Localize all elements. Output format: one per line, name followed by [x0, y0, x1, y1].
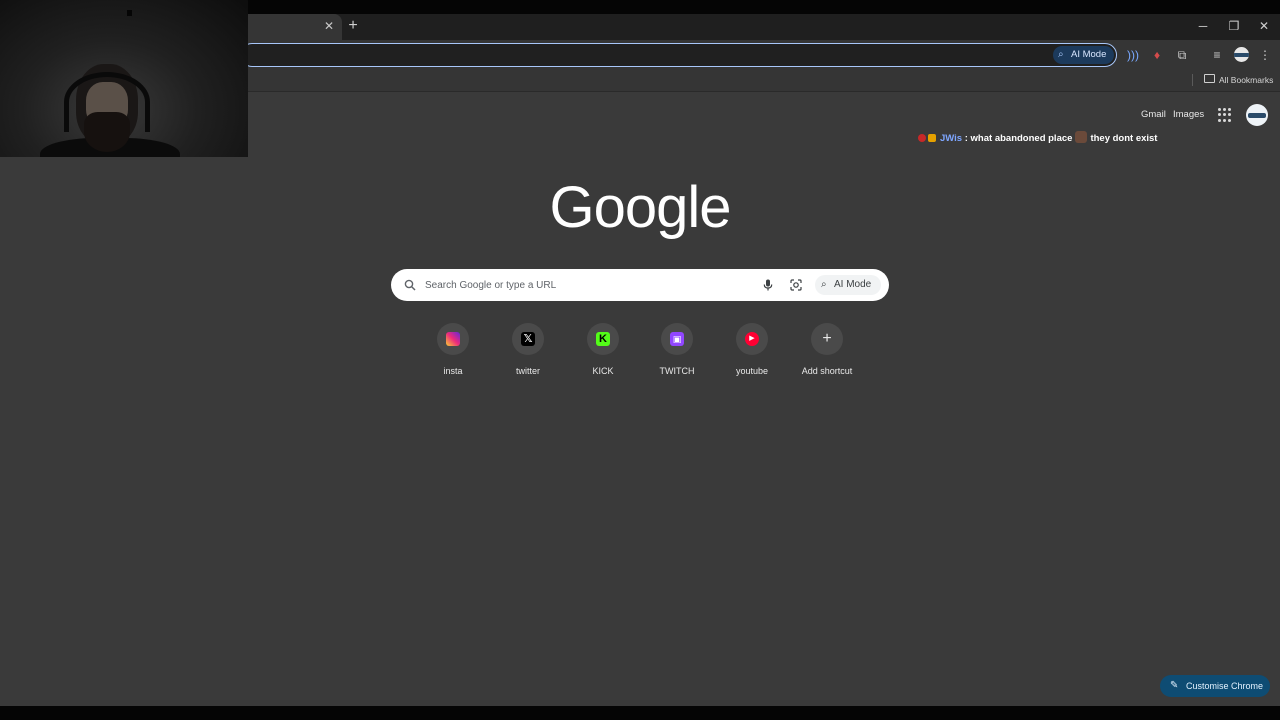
- shortcut-tile: K: [587, 323, 619, 355]
- instagram-icon: [446, 332, 460, 346]
- shortcut-youtube[interactable]: ▶ youtube: [715, 323, 789, 383]
- chat-message: JWis : what abandoned place they dont exi…: [918, 131, 1157, 147]
- shortcut-tile: ▣: [661, 323, 693, 355]
- kick-icon: K: [596, 332, 610, 346]
- google-lens-icon[interactable]: [789, 278, 803, 292]
- shortcut-twitter[interactable]: 𝕏 twitter: [491, 323, 565, 383]
- add-shortcut-button[interactable]: + Add shortcut: [790, 323, 864, 383]
- minimize-icon[interactable]: ─: [1193, 17, 1213, 35]
- plus-icon: +: [822, 330, 832, 347]
- webcam-headset: [64, 72, 150, 132]
- customise-chrome-label: Customise Chrome: [1186, 681, 1264, 691]
- media-controls-icon[interactable]: ≡: [1209, 47, 1225, 63]
- shortcut-kick[interactable]: K KICK: [566, 323, 640, 383]
- close-icon[interactable]: ✕: [322, 19, 336, 33]
- all-bookmarks-link[interactable]: All Bookmarks: [1219, 73, 1273, 87]
- shortcut-label: youtube: [735, 366, 769, 376]
- webcam-artifact: [127, 10, 132, 16]
- shortcut-label: TWITCH: [659, 366, 695, 376]
- shortcut-label: Add shortcut: [801, 366, 853, 376]
- chat-username: JWis: [940, 133, 963, 144]
- chat-crown-badge-icon: [928, 134, 936, 142]
- customise-chrome-button[interactable]: ✎ Customise Chrome: [1160, 675, 1270, 697]
- folder-icon: [1204, 74, 1215, 83]
- shortcut-label: insta: [443, 366, 463, 376]
- search-icon: [404, 279, 416, 291]
- window-close-icon[interactable]: ✕: [1254, 17, 1274, 35]
- menu-kebab-icon[interactable]: ⋮: [1257, 47, 1273, 63]
- omnibox-ai-mode-button[interactable]: ⌕ AI Mode: [1053, 46, 1114, 64]
- extension-shield-icon[interactable]: ♦: [1149, 47, 1165, 63]
- shortcut-tile: [437, 323, 469, 355]
- shortcut-tile: +: [811, 323, 843, 355]
- restore-icon[interactable]: ❐: [1224, 17, 1244, 35]
- account-avatar[interactable]: [1246, 104, 1268, 126]
- bookmarks-separator: [1192, 74, 1193, 86]
- google-logo: Google: [549, 175, 731, 240]
- shortcut-label: twitter: [515, 366, 540, 376]
- x-icon: 𝕏: [521, 332, 535, 346]
- gmail-link[interactable]: Gmail: [1141, 108, 1166, 122]
- youtube-icon: ▶: [745, 332, 759, 346]
- ai-search-icon: ⌕: [1058, 49, 1064, 60]
- omnibox-ai-mode-label: AI Mode: [1071, 49, 1107, 60]
- webcam-overlay: [0, 0, 248, 157]
- chat-message-text-1: what abandoned place: [970, 133, 1073, 144]
- bottom-letterbox: [0, 706, 1280, 720]
- shortcut-label: KICK: [592, 366, 614, 376]
- chat-message-text-2: they dont exist: [1090, 133, 1158, 144]
- shortcut-tile: 𝕏: [512, 323, 544, 355]
- new-tab-plus-icon[interactable]: +: [345, 17, 361, 35]
- google-apps-icon[interactable]: [1218, 108, 1232, 122]
- chat-badge-icon: [918, 134, 926, 142]
- shortcut-tile: ▶: [736, 323, 768, 355]
- screen: ✕ + ─ ❐ ✕ ⌕ AI Mode ))) ♦ ⧉ ≡ ⋮ All Book…: [0, 0, 1280, 720]
- shortcut-insta[interactable]: insta: [416, 323, 490, 383]
- pencil-icon: ✎: [1170, 680, 1179, 691]
- profile-avatar[interactable]: [1234, 47, 1249, 62]
- omnibox[interactable]: [240, 43, 1117, 67]
- extensions-puzzle-icon[interactable]: ⧉: [1174, 47, 1190, 63]
- microphone-icon[interactable]: [761, 278, 775, 292]
- chat-emote-icon: [1075, 131, 1088, 143]
- images-link[interactable]: Images: [1173, 108, 1204, 122]
- shortcut-twitch[interactable]: ▣ TWITCH: [640, 323, 714, 383]
- ai-mode-button[interactable]: ⌕ AI Mode: [815, 275, 881, 295]
- ai-mode-label: AI Mode: [834, 279, 872, 290]
- chat-separator: :: [962, 133, 971, 144]
- search-input[interactable]: [425, 278, 745, 292]
- audio-wave-icon[interactable]: ))): [1125, 47, 1141, 63]
- ai-search-icon: ⌕: [821, 279, 827, 290]
- twitch-icon: ▣: [670, 332, 684, 346]
